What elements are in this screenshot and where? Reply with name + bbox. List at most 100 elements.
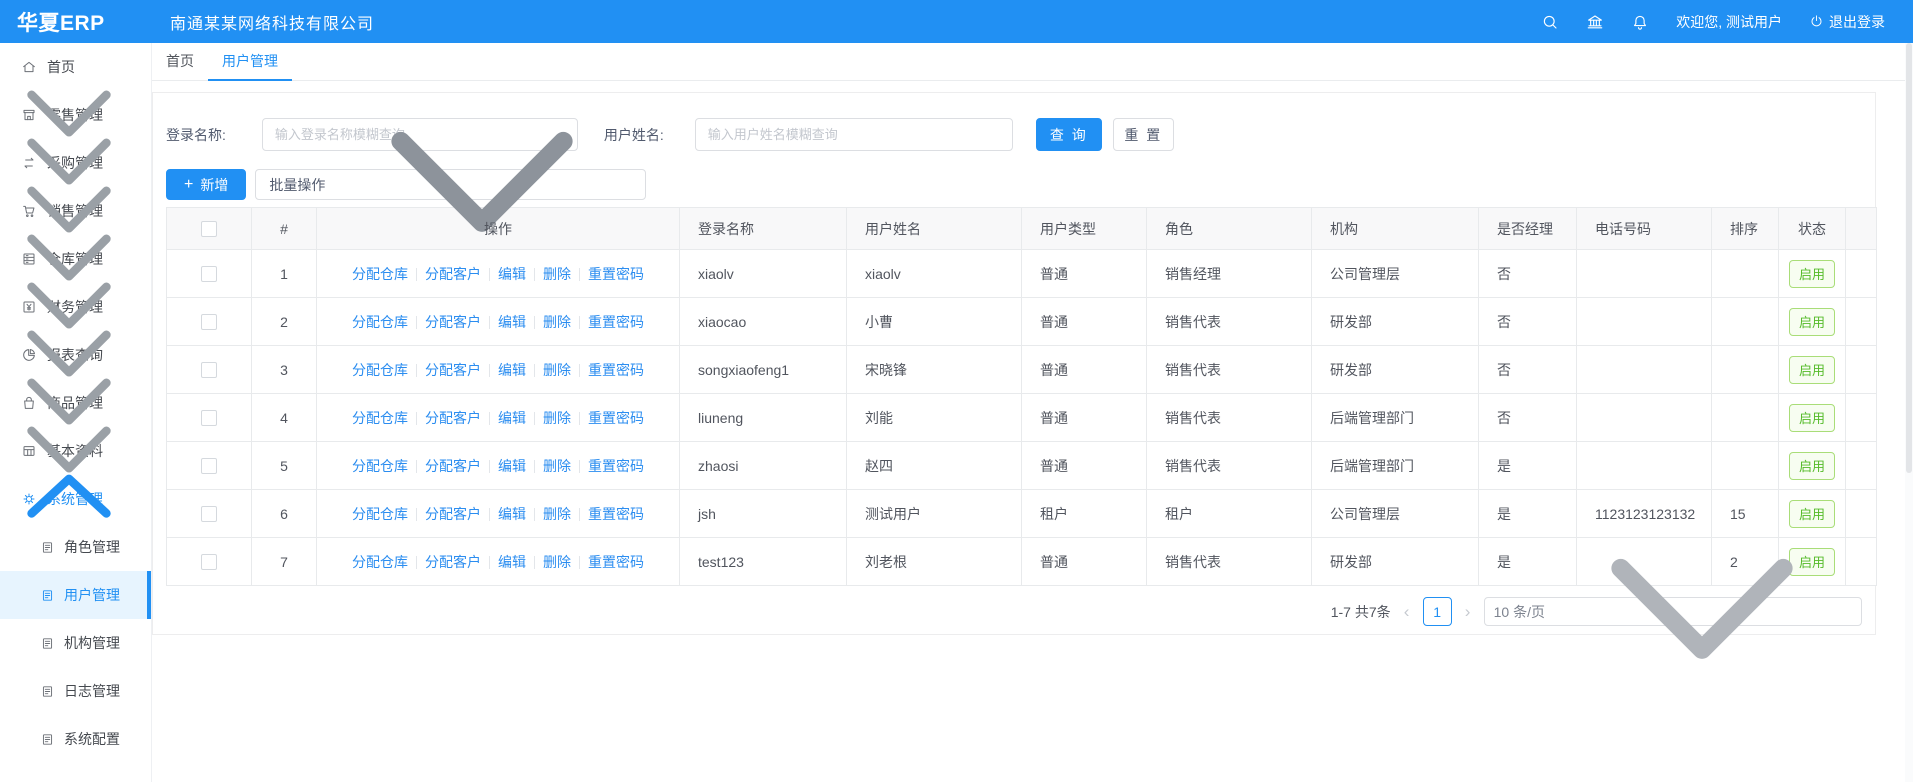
row-checkbox[interactable] [201,266,217,282]
status-badge[interactable]: 启用 [1789,404,1835,432]
action-link-assign-warehouse[interactable]: 分配仓库 [352,554,408,570]
action-separator [416,556,417,569]
main-content: 首页用户管理 登录名称: 用户姓名: 查 询 重 置 + 新增 [152,43,1913,782]
action-link-assign-customer[interactable]: 分配客户 [425,362,481,378]
row-cell-login: jsh [680,490,847,538]
column-header: 状态 [1779,208,1846,250]
action-link-edit[interactable]: 编辑 [498,410,526,426]
row-checkbox[interactable] [201,506,217,522]
row-cell-phone [1577,394,1712,442]
action-link-edit[interactable]: 编辑 [498,554,526,570]
action-link-assign-customer[interactable]: 分配客户 [425,458,481,474]
row-cell-sort [1712,250,1779,298]
action-link-delete[interactable]: 删除 [543,314,571,330]
action-link-reset-password[interactable]: 重置密码 [588,554,644,570]
action-separator [534,364,535,377]
action-link-assign-warehouse[interactable]: 分配仓库 [352,314,408,330]
action-link-edit[interactable]: 编辑 [498,266,526,282]
select-all-checkbox[interactable] [201,221,217,237]
action-link-edit[interactable]: 编辑 [498,506,526,522]
page-scrollbar[interactable] [1905,43,1913,782]
row-cell-name: 赵四 [847,442,1022,490]
add-user-button[interactable]: + 新增 [166,169,246,200]
row-checkbox[interactable] [201,362,217,378]
action-link-assign-customer[interactable]: 分配客户 [425,266,481,282]
doc-icon [40,540,55,555]
row-cell-type: 普通 [1022,250,1147,298]
action-link-assign-customer[interactable]: 分配客户 [425,410,481,426]
sidebar-subitem-role[interactable]: 角色管理 [0,523,151,571]
sidebar-subitem-log[interactable]: 日志管理 [0,667,151,715]
action-link-delete[interactable]: 删除 [543,410,571,426]
action-link-assign-warehouse[interactable]: 分配仓库 [352,362,408,378]
page-size-select[interactable]: 10 条/页 [1484,597,1862,626]
logout-button[interactable]: 退出登录 [1809,12,1885,32]
action-link-assign-warehouse[interactable]: 分配仓库 [352,266,408,282]
row-checkbox[interactable] [201,458,217,474]
action-link-reset-password[interactable]: 重置密码 [588,410,644,426]
row-actions-cell: 分配仓库 分配客户 编辑 删除 重置密码 [317,490,680,538]
row-select-cell [167,394,252,442]
action-separator [489,316,490,329]
action-link-reset-password[interactable]: 重置密码 [588,506,644,522]
row-cell-sort [1712,346,1779,394]
action-link-delete[interactable]: 删除 [543,458,571,474]
tab-user-management[interactable]: 用户管理 [208,43,292,80]
action-link-edit[interactable]: 编辑 [498,362,526,378]
column-header: 是否经理 [1479,208,1577,250]
action-link-delete[interactable]: 删除 [543,554,571,570]
action-link-assign-warehouse[interactable]: 分配仓库 [352,410,408,426]
row-cell-type: 普通 [1022,394,1147,442]
bell-icon[interactable] [1631,13,1649,31]
row-checkbox[interactable] [201,554,217,570]
next-page-icon[interactable]: › [1461,603,1475,620]
row-cell-manager: 否 [1479,394,1577,442]
scrollbar-thumb[interactable] [1906,43,1912,473]
action-link-assign-customer[interactable]: 分配客户 [425,314,481,330]
search-button[interactable]: 查 询 [1036,118,1102,151]
action-link-reset-password[interactable]: 重置密码 [588,362,644,378]
action-link-delete[interactable]: 删除 [543,266,571,282]
sidebar-subitem-user[interactable]: 用户管理 [0,571,151,619]
sidebar-subitem-org[interactable]: 机构管理 [0,619,151,667]
action-link-reset-password[interactable]: 重置密码 [588,458,644,474]
action-link-assign-customer[interactable]: 分配客户 [425,554,481,570]
prev-page-icon[interactable]: ‹ [1400,603,1414,620]
tab-home[interactable]: 首页 [152,43,208,80]
action-link-assign-warehouse[interactable]: 分配仓库 [352,458,408,474]
row-cell-name: 小曹 [847,298,1022,346]
action-link-reset-password[interactable]: 重置密码 [588,266,644,282]
search-icon[interactable] [1541,13,1559,31]
action-link-delete[interactable]: 删除 [543,506,571,522]
action-separator [534,508,535,521]
action-link-assign-warehouse[interactable]: 分配仓库 [352,506,408,522]
row-checkbox[interactable] [201,314,217,330]
row-checkbox[interactable] [201,410,217,426]
sidebar-subitem-config[interactable]: 系统配置 [0,715,151,763]
sidebar-item-system[interactable]: 系统管理 [0,475,151,523]
bank-icon[interactable] [1586,13,1604,31]
status-badge[interactable]: 启用 [1789,356,1835,384]
action-separator [416,460,417,473]
action-link-edit[interactable]: 编辑 [498,314,526,330]
batch-actions-button[interactable]: 批量操作 [255,169,646,200]
row-cell-phone [1577,346,1712,394]
status-badge[interactable]: 启用 [1789,260,1835,288]
status-badge[interactable]: 启用 [1789,308,1835,336]
row-cell-role: 租户 [1147,490,1312,538]
row-actions-cell: 分配仓库 分配客户 编辑 删除 重置密码 [317,394,680,442]
row-cell-role: 销售代表 [1147,298,1312,346]
row-cell-phone [1577,250,1712,298]
row-cell-type: 普通 [1022,442,1147,490]
action-link-assign-customer[interactable]: 分配客户 [425,506,481,522]
action-link-edit[interactable]: 编辑 [498,458,526,474]
sidebar-subitem-label: 角色管理 [64,537,120,557]
row-cell-login: songxiaofeng1 [680,346,847,394]
action-link-delete[interactable]: 删除 [543,362,571,378]
reset-button[interactable]: 重 置 [1113,118,1174,151]
current-page-button[interactable]: 1 [1423,597,1452,626]
action-link-reset-password[interactable]: 重置密码 [588,314,644,330]
chevron-down-icon [332,35,632,335]
row-cell-org: 公司管理层 [1312,250,1479,298]
user-name-input[interactable] [695,118,1013,151]
